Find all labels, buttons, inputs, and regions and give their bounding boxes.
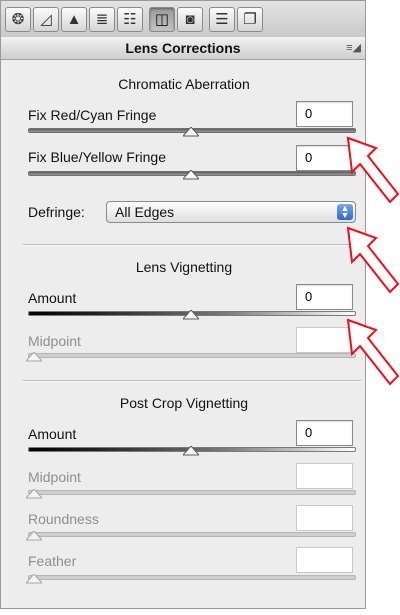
post-crop-midpoint-label: Midpoint (28, 469, 81, 485)
post-crop-amount-field[interactable]: 0 (296, 420, 353, 446)
lens-vignetting-midpoint-label: Midpoint (28, 333, 81, 349)
annotation-arrow-icon (346, 136, 400, 204)
lens-vignetting-amount-field[interactable]: 0 (296, 284, 353, 310)
post-crop-feather-label: Feather (28, 553, 77, 569)
post-crop-roundness-label: Roundness (28, 511, 99, 527)
basic-tab-aperture-icon[interactable]: ❂ (5, 7, 31, 32)
panel-title: Lens Corrections (125, 40, 241, 56)
presets-tab-icon[interactable]: ☰ (209, 7, 235, 32)
section-divider (23, 380, 361, 382)
post-crop-roundness-slider[interactable] (28, 532, 356, 537)
panel-menu-icon[interactable]: ≡◢ (346, 37, 361, 59)
post-crop-feather-field[interactable] (296, 547, 353, 573)
split-toning-tab-icon[interactable]: ☷ (117, 7, 143, 32)
post-crop-amount-label: Amount (28, 426, 77, 442)
camera-calibration-tab-icon[interactable]: ◙ (177, 7, 203, 32)
lens-corrections-panel: ❂ ◿ ▲ ≣ ☷ ◫ ◙ ☰ ❐ Lens Corrections ≡◢ Ch… (0, 0, 366, 609)
tone-curve-tab-icon[interactable]: ◿ (33, 7, 59, 32)
detail-tab-icon[interactable]: ▲ (61, 7, 87, 32)
lens-vignetting-title: Lens Vignetting (135, 259, 233, 275)
lens-vignetting-midpoint-field[interactable] (296, 327, 353, 353)
defringe-selected-value: All Edges (115, 204, 175, 220)
section-divider (23, 244, 361, 246)
blue-yellow-fringe-label: Fix Blue/Yellow Fringe (28, 149, 166, 165)
chromatic-aberration-title: Chromatic Aberration (118, 76, 250, 92)
red-cyan-fringe-field[interactable]: 0 (296, 101, 353, 127)
post-crop-roundness-field[interactable] (296, 505, 353, 531)
lens-vignetting-midpoint-slider[interactable] (28, 353, 356, 358)
post-crop-vignetting-title: Post Crop Vignetting (119, 395, 249, 411)
select-arrows-icon: ▲ ▼ (337, 204, 353, 220)
defringe-select[interactable]: All Edges ▲ ▼ (106, 201, 356, 223)
red-cyan-fringe-label: Fix Red/Cyan Fringe (28, 107, 157, 123)
hsl-tab-icon[interactable]: ≣ (89, 7, 115, 32)
post-crop-feather-slider[interactable] (28, 575, 356, 580)
snapshots-tab-icon[interactable]: ❐ (237, 7, 263, 32)
defringe-label: Defringe: (28, 204, 85, 220)
post-crop-midpoint-slider[interactable] (28, 490, 356, 495)
lens-vignetting-amount-label: Amount (28, 290, 77, 306)
panel-title-bar: Lens Corrections ≡◢ (1, 37, 365, 60)
lens-corrections-tab-icon[interactable]: ◫ (149, 7, 175, 32)
annotation-arrow-icon (346, 318, 400, 386)
blue-yellow-fringe-field[interactable]: 0 (296, 145, 353, 171)
annotation-arrow-icon (346, 226, 400, 294)
panel-tab-toolbar: ❂ ◿ ▲ ≣ ☷ ◫ ◙ ☰ ❐ (1, 1, 365, 38)
post-crop-midpoint-field[interactable] (296, 463, 353, 489)
